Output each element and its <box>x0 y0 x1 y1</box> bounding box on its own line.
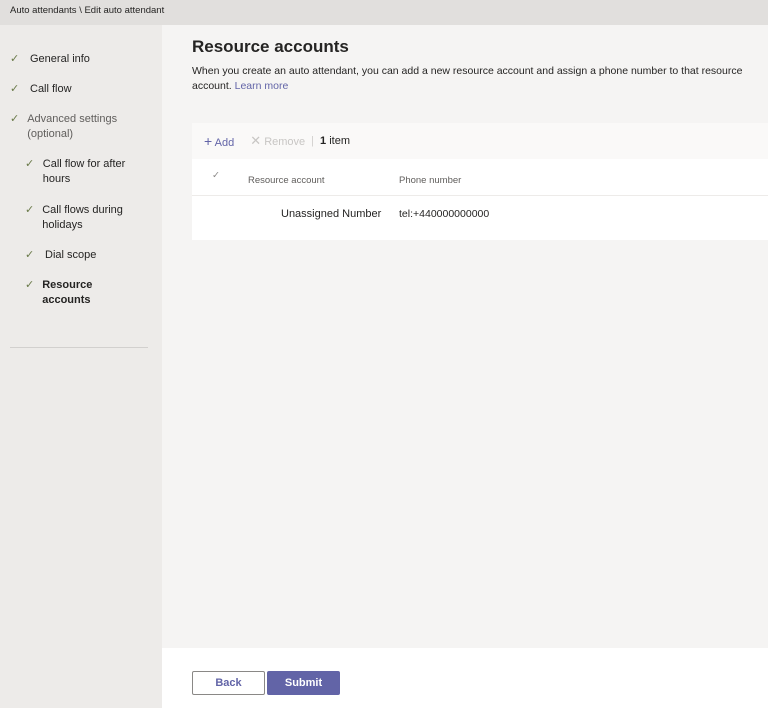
sidebar-item-dial-scope[interactable]: ✓ Dial scope <box>25 248 96 263</box>
sidebar-item-call-flow[interactable]: ✓ Call flow <box>10 82 72 97</box>
sidebar-item-resource-accounts[interactable]: ✓ Resource accounts <box>25 278 115 308</box>
sidebar-item-general-info[interactable]: ✓ General info <box>10 52 90 67</box>
breadcrumb-text[interactable]: Auto attendants \ Edit auto attendant <box>10 5 164 16</box>
item-count: 1 item <box>320 135 350 147</box>
separator: | <box>311 135 315 147</box>
column-header-phone-number[interactable]: Phone number <box>399 175 461 186</box>
column-header-resource-account[interactable]: Resource account <box>248 175 325 186</box>
table-row[interactable]: Unassigned Number tel:+440000000000 <box>192 196 768 234</box>
check-icon: ✓ <box>10 53 20 65</box>
sidebar-divider <box>10 347 148 348</box>
sidebar-item-after-hours[interactable]: ✓ Call flow for after hours <box>25 157 135 187</box>
check-icon: ✓ <box>10 113 20 125</box>
plus-icon: + <box>204 133 213 149</box>
footer: Back Submit <box>162 648 768 708</box>
check-icon: ✓ <box>10 83 20 95</box>
back-button[interactable]: Back <box>192 671 265 695</box>
description: When you create an auto attendant, you c… <box>192 65 743 92</box>
sidebar-item-holidays[interactable]: ✓ Call flows during holidays <box>25 203 135 233</box>
select-all-checkbox[interactable]: ✓ <box>212 170 220 181</box>
check-icon: ✓ <box>25 249 35 261</box>
main-content: Resource accounts When you create an aut… <box>162 25 768 648</box>
page-title: Resource accounts <box>192 37 349 56</box>
resource-accounts-table: + Add ✕ Remove | 1 item ✓ Resource accou… <box>192 123 768 240</box>
learn-more-link[interactable]: Learn more <box>235 80 289 92</box>
resource-account-cell: Unassigned Number <box>281 208 382 220</box>
close-icon: ✕ <box>250 133 262 148</box>
remove-button[interactable]: ✕ Remove <box>250 133 305 149</box>
sidebar-item-advanced-settings[interactable]: ✓ Advanced settings (optional) <box>10 112 130 142</box>
table-toolbar: + Add ✕ Remove | 1 item <box>192 123 768 159</box>
submit-button[interactable]: Submit <box>267 671 340 695</box>
phone-number-cell: tel:+440000000000 <box>399 208 490 220</box>
check-icon: ✓ <box>25 158 35 170</box>
check-icon: ✓ <box>25 204 35 216</box>
table-header: ✓ Resource account Phone number <box>192 159 768 196</box>
sidebar: ✓ General info ✓ Call flow ✓ Advanced setti… <box>0 25 162 708</box>
breadcrumb: Auto attendants \ Edit auto attendant <box>0 0 768 25</box>
add-button[interactable]: + Add <box>204 133 234 149</box>
check-icon: ✓ <box>25 279 35 291</box>
